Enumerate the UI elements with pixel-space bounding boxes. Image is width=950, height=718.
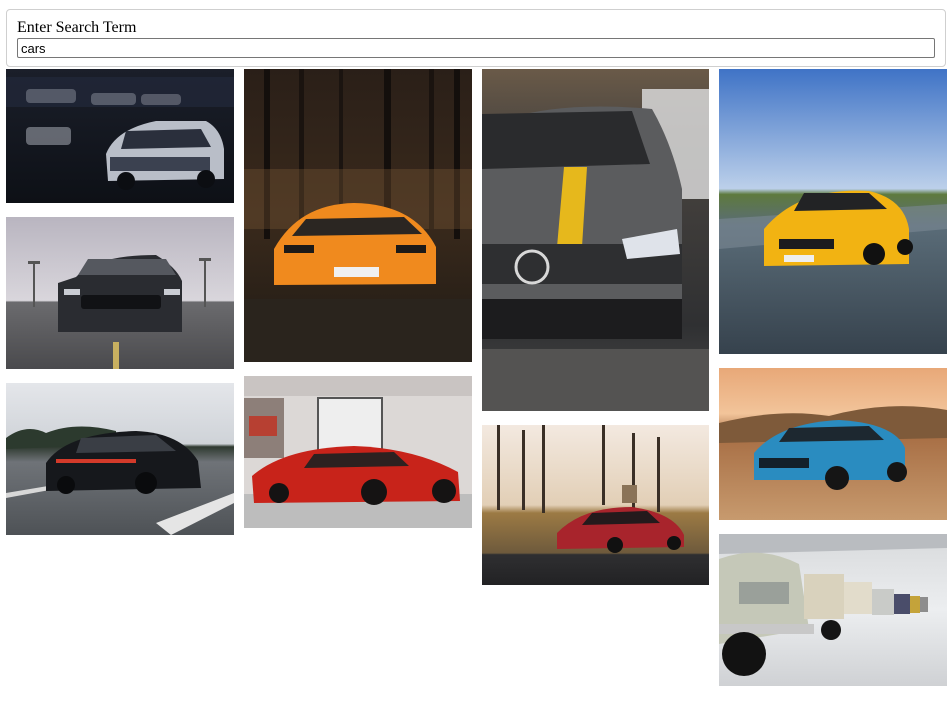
search-input[interactable]: [17, 38, 935, 58]
search-panel: Enter Search Term: [6, 9, 946, 67]
silver-camaro-night-garage-photo[interactable]: [6, 69, 234, 203]
orange-lamborghini-forest-photo[interactable]: [244, 69, 472, 362]
vintage-bmw-row-museum-photo[interactable]: [719, 534, 947, 686]
yellow-mercedes-amg-gt-road-photo[interactable]: [719, 69, 947, 354]
red-laferrari-showroom-photo[interactable]: [244, 376, 472, 528]
red-mercedes-amg-gt-countryside-photo[interactable]: [482, 425, 709, 585]
search-label: Enter Search Term: [17, 19, 137, 36]
black-mustang-runway-photo[interactable]: [6, 217, 234, 369]
blue-camaro-desert-photo[interactable]: [719, 368, 947, 520]
grey-mercedes-yellow-stripe-photo[interactable]: [482, 69, 709, 411]
black-porsche-panamera-highway-photo[interactable]: [6, 383, 234, 535]
